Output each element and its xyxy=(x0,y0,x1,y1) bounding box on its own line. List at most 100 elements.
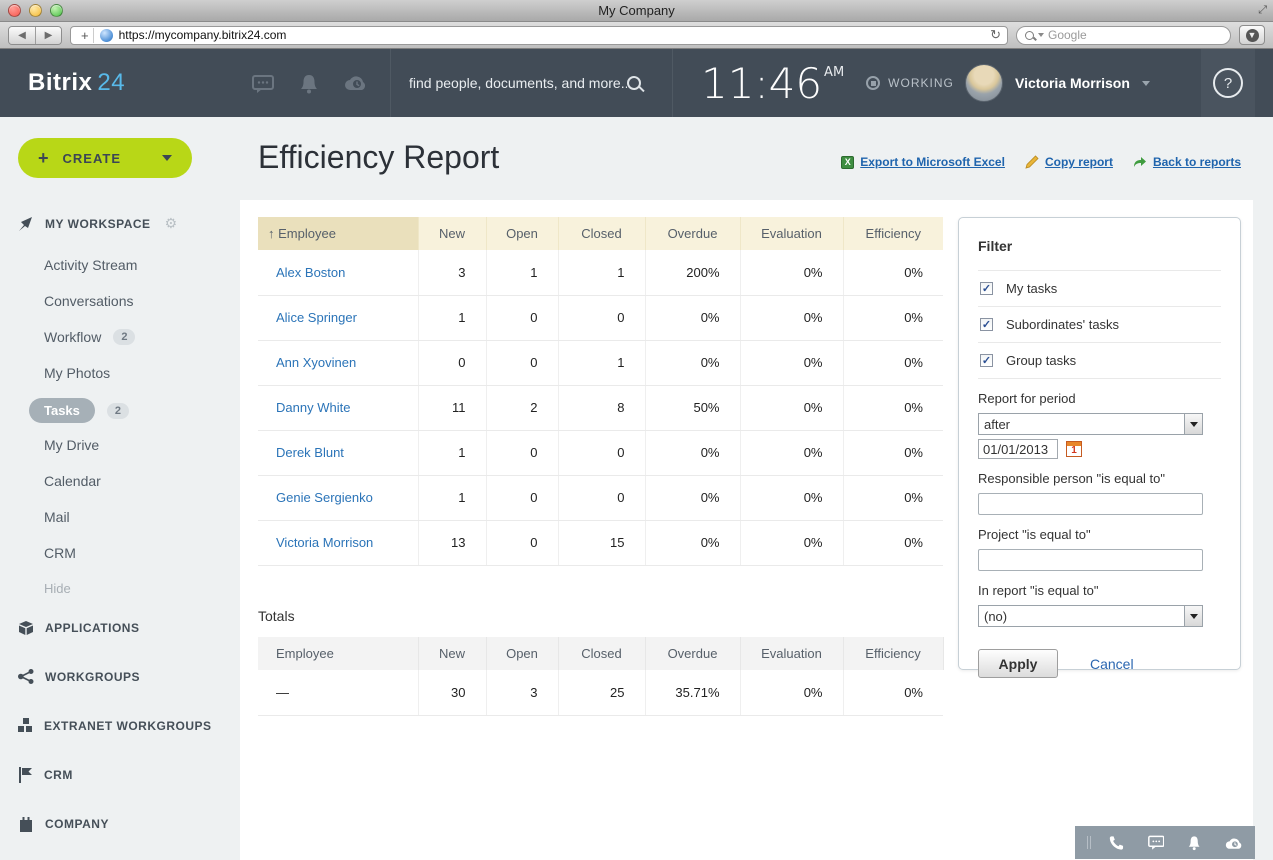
working-status-icon xyxy=(866,76,880,90)
sidebar-item-my-photos[interactable]: My Photos xyxy=(44,365,110,381)
employee-link[interactable]: Victoria Morrison xyxy=(258,520,418,565)
fullscreen-icon[interactable]: ⤢ xyxy=(1258,4,1267,17)
section-label: MY WORKSPACE xyxy=(45,217,151,231)
url-text: https://mycompany.bitrix24.com xyxy=(119,28,287,42)
cell-evaluation: 0% xyxy=(740,295,843,340)
window-title: My Company xyxy=(0,3,1273,18)
avatar[interactable] xyxy=(965,64,1003,102)
sidebar-section-workgroups[interactable]: WORKGROUPS xyxy=(18,669,140,684)
gear-icon[interactable]: ⚙ xyxy=(165,215,178,232)
back-to-reports-link[interactable]: Back to reports xyxy=(1133,155,1241,169)
dropdown-arrow-icon[interactable] xyxy=(1184,606,1202,626)
sidebar-section-extranet-workgroups[interactable]: EXTRANET WORKGROUPS xyxy=(18,718,212,733)
employee-link[interactable]: Danny White xyxy=(258,385,418,430)
cell-closed: 0 xyxy=(558,475,645,520)
workgroups-share-icon xyxy=(18,669,34,684)
web-search-placeholder: Google xyxy=(1048,28,1087,42)
cancel-link[interactable]: Cancel xyxy=(1090,656,1134,672)
sidebar-item-workflow[interactable]: Workflow2 xyxy=(44,329,135,345)
sidebar-item-activity-stream[interactable]: Activity Stream xyxy=(44,257,137,273)
period-select[interactable]: after xyxy=(978,413,1203,435)
table-row: Genie Sergienko 1 0 0 0% 0% 0% xyxy=(258,475,943,520)
totals-row: — 30 3 25 35.71% 0% 0% xyxy=(258,670,943,715)
sidebar-item-crm[interactable]: CRM xyxy=(44,545,76,561)
column-header-new[interactable]: New xyxy=(418,217,486,250)
sidebar-item-tasks[interactable]: Tasks2 xyxy=(44,398,129,423)
sidebar-item-my-drive[interactable]: My Drive xyxy=(44,437,99,453)
checkbox-checked-icon[interactable]: ✓ xyxy=(980,282,993,295)
sidebar-section-applications[interactable]: APPLICATIONS xyxy=(18,620,139,636)
checkbox-my-tasks[interactable]: ✓ My tasks xyxy=(978,270,1221,306)
checkbox-checked-icon[interactable]: ✓ xyxy=(980,354,993,367)
cell-new: 3 xyxy=(418,250,486,295)
refresh-icon[interactable]: ↻ xyxy=(990,27,1001,43)
cell-new: 1 xyxy=(418,430,486,475)
dock-drag-handle[interactable] xyxy=(1087,836,1091,849)
create-button[interactable]: + CREATE xyxy=(18,138,192,178)
work-status[interactable]: WORKING xyxy=(866,76,954,90)
notifications-bell-icon[interactable] xyxy=(1188,834,1200,852)
chat-icon[interactable] xyxy=(1148,834,1165,852)
user-menu[interactable]: Victoria Morrison xyxy=(965,49,1150,117)
sidebar-hide-link[interactable]: Hide xyxy=(44,581,71,596)
column-header-open[interactable]: Open xyxy=(486,217,558,250)
forward-button[interactable]: ▶ xyxy=(35,27,61,44)
cell-evaluation: 0% xyxy=(740,475,843,520)
nav-buttons: ◀ ▶ xyxy=(8,26,62,45)
dropdown-arrow-icon[interactable] xyxy=(1184,414,1202,434)
clock-widget[interactable]: 11:46AM WORKING xyxy=(673,49,954,117)
back-button[interactable]: ◀ xyxy=(9,27,35,44)
apply-button[interactable]: Apply xyxy=(978,649,1058,678)
sidebar-item-calendar[interactable]: Calendar xyxy=(44,473,101,489)
web-search-field[interactable]: Google xyxy=(1016,26,1231,45)
employee-link[interactable]: Ann Xyovinen xyxy=(258,340,418,385)
applications-box-icon xyxy=(18,620,34,636)
employee-link[interactable]: Alice Springer xyxy=(258,295,418,340)
messages-icon[interactable] xyxy=(252,74,274,94)
bitrix-logo[interactable]: Bitrix24 xyxy=(28,69,125,97)
cell-new: 13 xyxy=(418,520,486,565)
address-bar[interactable]: + https://mycompany.bitrix24.com ↻ xyxy=(70,26,1008,45)
column-header-open: Open xyxy=(486,637,558,670)
checkbox-group-tasks[interactable]: ✓ Group tasks xyxy=(978,342,1221,379)
employee-link[interactable]: Genie Sergienko xyxy=(258,475,418,520)
column-header-efficiency[interactable]: Efficiency xyxy=(843,217,943,250)
employee-link[interactable]: Derek Blunt xyxy=(258,430,418,475)
help-button[interactable]: ? xyxy=(1201,49,1255,117)
checkbox-checked-icon[interactable]: ✓ xyxy=(980,318,993,331)
new-tab-button[interactable]: + xyxy=(77,28,94,43)
global-search-field[interactable]: find people, documents, and more... xyxy=(391,49,672,117)
column-header-employee[interactable]: ↑ Employee xyxy=(258,217,418,250)
sidebar-section-crm[interactable]: CRM xyxy=(18,767,73,783)
employee-link[interactable]: Alex Boston xyxy=(258,250,418,295)
create-label: CREATE xyxy=(63,151,121,166)
responsible-input[interactable] xyxy=(978,493,1203,515)
checkbox-subordinates-tasks[interactable]: ✓ Subordinates' tasks xyxy=(978,306,1221,342)
copy-report-link[interactable]: Copy report xyxy=(1025,155,1113,169)
phone-icon[interactable] xyxy=(1109,834,1124,852)
sidebar-section-company[interactable]: COMPANY xyxy=(18,816,109,832)
project-input[interactable] xyxy=(978,549,1203,571)
column-header-evaluation[interactable]: Evaluation xyxy=(740,217,843,250)
date-input[interactable]: 01/01/2013 xyxy=(978,439,1058,459)
cell-overdue: 0% xyxy=(645,520,740,565)
calendar-icon[interactable]: 1 xyxy=(1066,441,1082,457)
cloud-drive-icon[interactable] xyxy=(344,74,368,92)
downloads-button[interactable]: ▼ xyxy=(1239,25,1265,45)
cell-closed: 1 xyxy=(558,340,645,385)
sidebar-section-my-workspace[interactable]: MY WORKSPACE ⚙ xyxy=(18,215,177,232)
notifications-bell-icon[interactable] xyxy=(300,74,318,94)
sidebar-item-conversations[interactable]: Conversations xyxy=(44,293,134,309)
sidebar-item-mail[interactable]: Mail xyxy=(44,509,70,525)
plus-icon: + xyxy=(38,148,49,169)
totals-label: Totals xyxy=(258,608,295,624)
cloud-drive-icon[interactable] xyxy=(1225,835,1243,851)
logo-accent: 24 xyxy=(97,69,125,96)
cell-overdue: 50% xyxy=(645,385,740,430)
cell-open: 3 xyxy=(486,670,558,715)
export-excel-link[interactable]: X Export to Microsoft Excel xyxy=(841,155,1005,169)
column-header-overdue[interactable]: Overdue xyxy=(645,217,740,250)
column-header-closed[interactable]: Closed xyxy=(558,217,645,250)
globe-icon xyxy=(100,29,113,42)
in-report-select[interactable]: (no) xyxy=(978,605,1203,627)
